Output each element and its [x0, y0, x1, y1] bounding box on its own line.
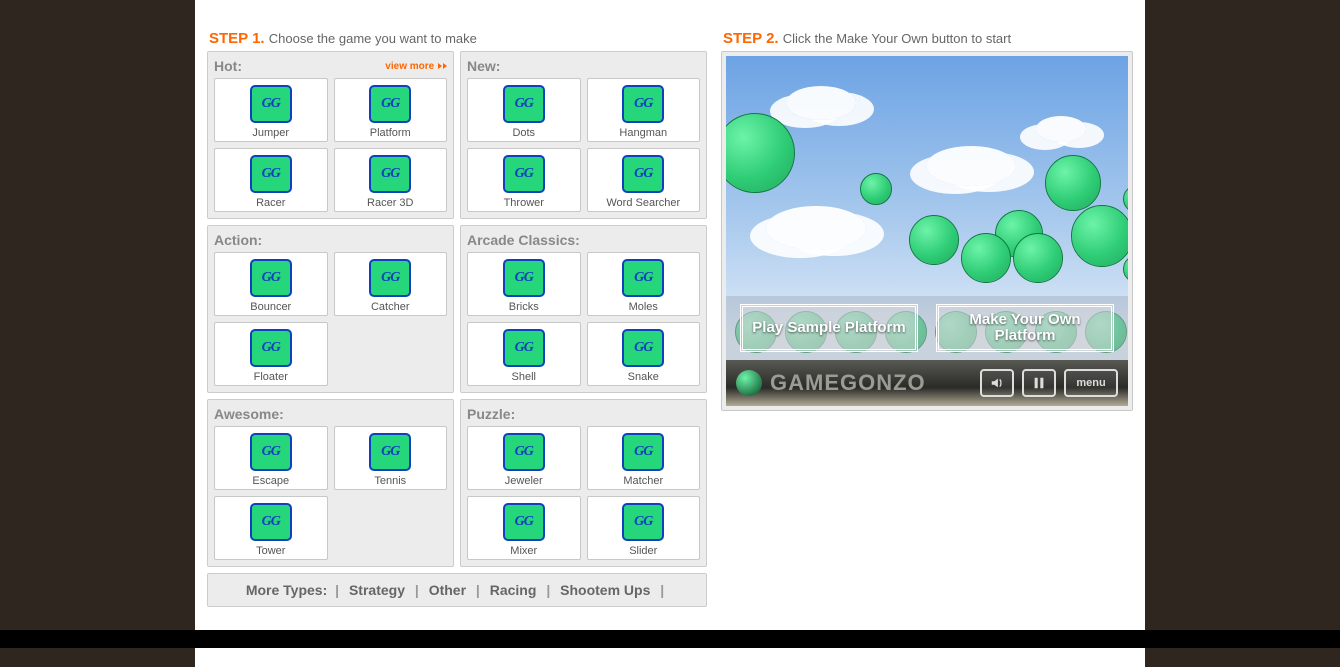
category-panel: Arcade Classics:GGBricksGGMolesGGShellGG…	[460, 225, 707, 393]
game-label: Floater	[215, 371, 327, 383]
game-label: Bouncer	[215, 301, 327, 313]
game-icon: GG	[369, 85, 411, 123]
game-icon: GG	[503, 155, 545, 193]
game-label: Escape	[215, 475, 327, 487]
game-card[interactable]: GG Thrower	[467, 148, 581, 212]
game-preview: Play Sample Platform Make Your Own Platf…	[726, 56, 1128, 406]
game-label: Jeweler	[468, 475, 580, 487]
game-icon: GG	[250, 433, 292, 471]
category-title: Awesome:	[214, 406, 284, 422]
game-card[interactable]: GG Dots	[467, 78, 581, 142]
game-icon: GG	[622, 503, 664, 541]
game-card[interactable]: GG Jumper	[214, 78, 328, 142]
game-card[interactable]: GG Matcher	[587, 426, 701, 490]
game-label: Tower	[215, 545, 327, 557]
game-icon: GG	[250, 503, 292, 541]
more-types-bar: More Types: | Strategy | Other | Racing …	[207, 573, 707, 607]
game-label: Matcher	[588, 475, 700, 487]
more-type-link[interactable]: Other	[429, 582, 466, 598]
game-icon: GG	[622, 329, 664, 367]
category-title: Puzzle:	[467, 406, 515, 422]
game-icon: GG	[503, 329, 545, 367]
make-your-own-button[interactable]: Make Your Own Platform	[936, 304, 1114, 352]
game-card[interactable]: GG Tower	[214, 496, 328, 560]
game-card[interactable]: GG Bouncer	[214, 252, 328, 316]
game-label: Mixer	[468, 545, 580, 557]
category-title: Action:	[214, 232, 262, 248]
category-title: New:	[467, 58, 500, 74]
brand-name: GAMEGONZO	[770, 370, 926, 396]
game-icon: GG	[622, 433, 664, 471]
sound-button[interactable]	[980, 369, 1014, 397]
game-icon: GG	[503, 433, 545, 471]
preview-frame: Play Sample Platform Make Your Own Platf…	[721, 51, 1133, 411]
game-card[interactable]: GG Floater	[214, 322, 328, 386]
menu-button[interactable]: menu	[1064, 369, 1118, 397]
game-label: Platform	[335, 127, 447, 139]
game-label: Thrower	[468, 197, 580, 209]
game-card[interactable]: GG Platform	[334, 78, 448, 142]
footer-strip	[0, 630, 1340, 648]
game-icon: GG	[503, 85, 545, 123]
category-panel: Awesome: GG Escape GG Tennis GG Tower	[207, 399, 454, 567]
game-label: Slider	[588, 545, 700, 557]
game-label: Tennis	[335, 475, 447, 487]
game-label: Dots	[468, 127, 580, 139]
game-label: Hangman	[588, 127, 700, 139]
game-card[interactable]: GG Bricks	[467, 252, 581, 316]
game-icon: GG	[369, 155, 411, 193]
game-label: Bricks	[468, 301, 580, 313]
game-icon: GG	[503, 259, 545, 297]
step1-title: STEP 1. Choose the game you want to make	[209, 30, 707, 47]
game-icon: GG	[622, 259, 664, 297]
game-card[interactable]: GG Slider	[587, 496, 701, 560]
game-card[interactable]: GG Tennis	[334, 426, 448, 490]
game-card[interactable]: GG Word Searcher	[587, 148, 701, 212]
game-card[interactable]: GG Moles	[587, 252, 701, 316]
game-label: Racer	[215, 197, 327, 209]
game-label: Snake	[588, 371, 700, 383]
game-card[interactable]: GG Mixer	[467, 496, 581, 560]
game-icon: GG	[503, 503, 545, 541]
pause-button[interactable]	[1022, 369, 1056, 397]
category-panel: Hot:view more GGJumperGGPlatformGGRacerG…	[207, 51, 454, 219]
game-card[interactable]: GG Catcher	[334, 252, 448, 316]
game-card[interactable]: GG Snake	[587, 322, 701, 386]
category-title: Hot:	[214, 58, 242, 74]
game-label: Racer 3D	[335, 197, 447, 209]
more-type-link[interactable]: Shootem Ups	[560, 582, 650, 598]
game-icon: GG	[622, 155, 664, 193]
game-label: Shell	[468, 371, 580, 383]
view-more-link[interactable]: view more	[385, 61, 447, 72]
game-card[interactable]: GG Shell	[467, 322, 581, 386]
game-icon: GG	[250, 85, 292, 123]
category-title: Arcade Classics:	[467, 232, 580, 248]
more-type-link[interactable]: Racing	[490, 582, 537, 598]
more-type-link[interactable]: Strategy	[349, 582, 405, 598]
category-panel: Puzzle: GG Jeweler GG Matcher GG Mixer GG Slider	[460, 399, 707, 567]
step2-title: STEP 2. Click the Make Your Own button t…	[723, 30, 1133, 47]
game-card[interactable]: GG Racer 3D	[334, 148, 448, 212]
game-icon: GG	[369, 433, 411, 471]
play-sample-button[interactable]: Play Sample Platform	[740, 304, 918, 352]
game-icon: GG	[369, 259, 411, 297]
game-label: Catcher	[335, 301, 447, 313]
game-icon: GG	[622, 85, 664, 123]
game-card[interactable]: GG Escape	[214, 426, 328, 490]
game-icon: GG	[250, 259, 292, 297]
game-label: Moles	[588, 301, 700, 313]
game-label: Jumper	[215, 127, 327, 139]
game-icon: GG	[250, 329, 292, 367]
category-panel: Action: GG Bouncer GG Catcher GG Floater	[207, 225, 454, 393]
game-card[interactable]: GG Jeweler	[467, 426, 581, 490]
game-card[interactable]: GG Racer	[214, 148, 328, 212]
game-label: Word Searcher	[588, 197, 700, 209]
game-icon: GG	[250, 155, 292, 193]
category-panel: New:GGDotsGGHangmanGGThrowerGGWord Searc…	[460, 51, 707, 219]
game-card[interactable]: GG Hangman	[587, 78, 701, 142]
brand-logo-icon	[736, 370, 762, 396]
